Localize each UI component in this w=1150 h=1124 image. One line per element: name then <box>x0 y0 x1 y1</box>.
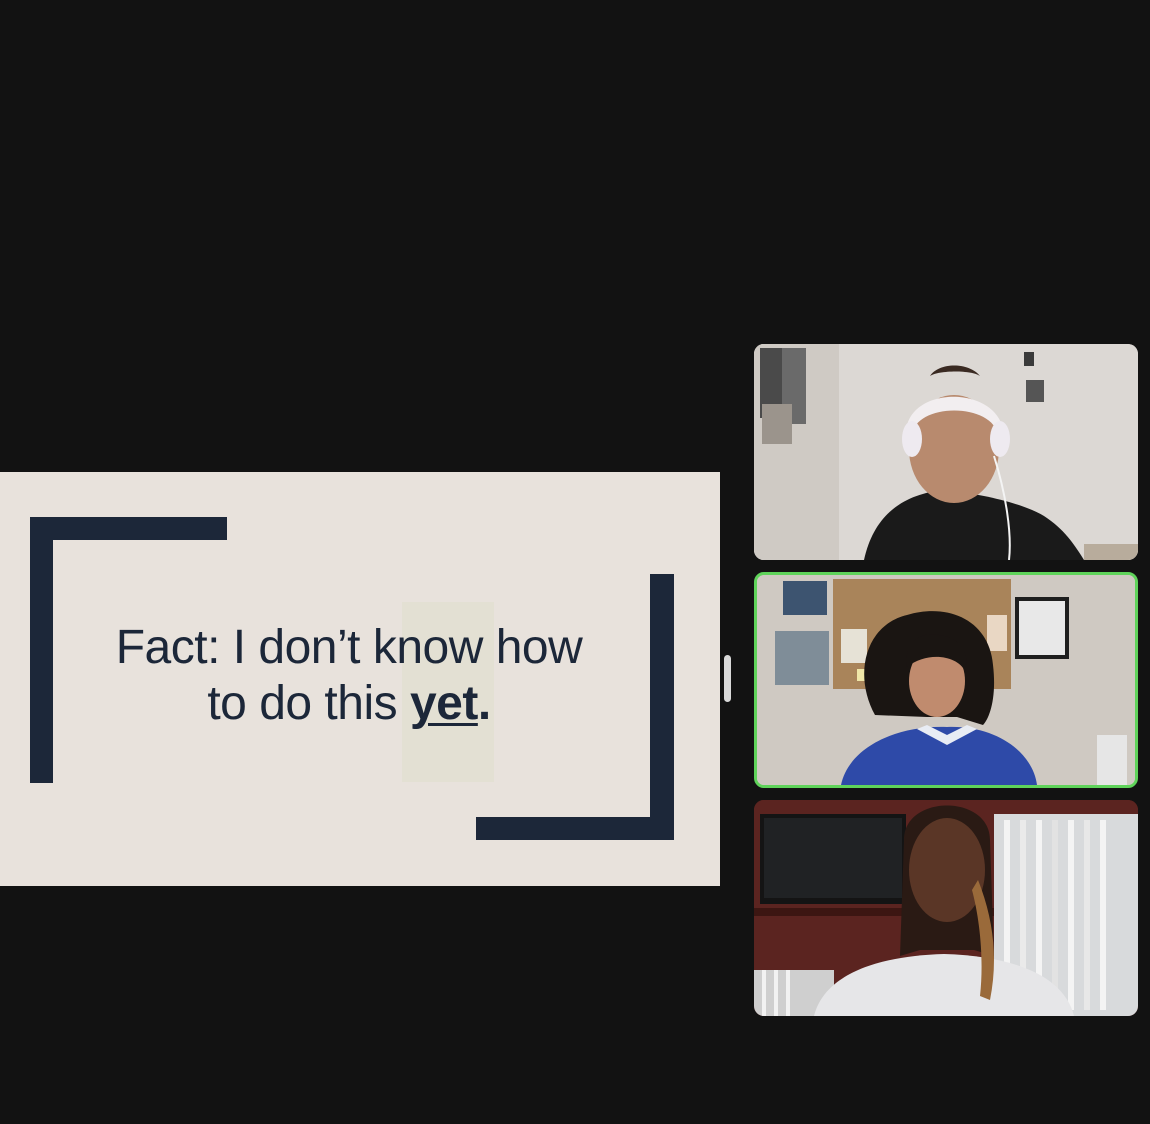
participant-video-3-image <box>754 800 1138 1016</box>
shared-slide[interactable]: Fact: I don’t know how to do this yet. <box>0 472 720 886</box>
slide-quote-line-2: to do this yet. <box>60 676 638 732</box>
slide-quote-emphasis: yet <box>409 677 478 730</box>
participant-video-3[interactable] <box>754 800 1138 1016</box>
slide-quote: Fact: I don’t know how to do this yet. <box>60 620 638 732</box>
participant-video-1[interactable] <box>754 344 1138 560</box>
slide-bracket-bottom-right-vertical <box>650 574 674 840</box>
slide-bracket-top-left-vertical <box>30 517 53 783</box>
participant-video-1-image <box>754 344 1138 560</box>
participant-video-2[interactable] <box>754 572 1138 788</box>
slide-quote-line-1: Fact: I don’t know how <box>115 621 583 674</box>
slide-quote-line-2-prefix: to do this <box>207 677 410 730</box>
splitter-handle[interactable] <box>724 655 731 702</box>
slide-bracket-bottom-right-horizontal <box>476 817 674 840</box>
slide-bracket-top-left-horizontal <box>30 517 227 540</box>
slide-quote-period: . <box>477 677 491 730</box>
participant-video-2-image <box>757 575 1135 785</box>
meeting-stage: Fact: I don’t know how to do this yet. <box>0 0 1150 1124</box>
